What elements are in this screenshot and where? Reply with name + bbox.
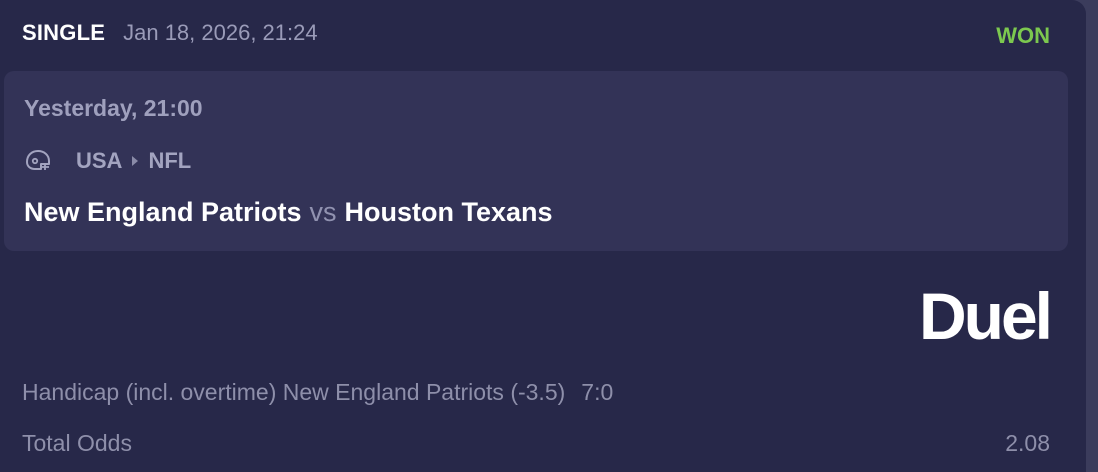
total-odds-value: 2.08 — [1005, 430, 1050, 456]
home-team: New England Patriots — [24, 197, 302, 227]
total-odds-label: Total Odds — [22, 430, 132, 456]
event-start-time: Yesterday, 21:00 — [24, 95, 203, 121]
brand-logo: Duel — [918, 279, 1053, 353]
bet-header: SINGLE Jan 18, 2026, 21:24 WON — [22, 18, 1050, 48]
bet-card: SINGLE Jan 18, 2026, 21:24 WON Yesterday… — [0, 0, 1086, 472]
selection-market: Handicap (incl. overtime) New England Pa… — [22, 379, 566, 405]
versus-separator: vs — [309, 197, 337, 227]
total-odds-row: Total Odds 2.08 — [22, 430, 1050, 457]
bet-placed-timestamp: Jan 18, 2026, 21:24 — [123, 20, 318, 45]
event-league: NFL — [148, 148, 192, 173]
event-matchup: New England Patriots vs Houston Texans — [24, 197, 553, 228]
bet-type-label: SINGLE — [22, 20, 106, 45]
event-country: USA — [76, 148, 123, 173]
bet-status-badge: WON — [996, 23, 1050, 48]
american-football-helmet-icon — [24, 148, 54, 174]
selection-score: 7:0 — [581, 379, 614, 405]
away-team: Houston Texans — [344, 197, 553, 227]
event-panel[interactable]: Yesterday, 21:00 USA NFL New England Pat… — [4, 71, 1068, 251]
bet-selection: Handicap (incl. overtime) New England Pa… — [22, 379, 613, 406]
chevron-right-icon — [132, 156, 139, 166]
event-league-path: USA NFL — [24, 148, 191, 174]
